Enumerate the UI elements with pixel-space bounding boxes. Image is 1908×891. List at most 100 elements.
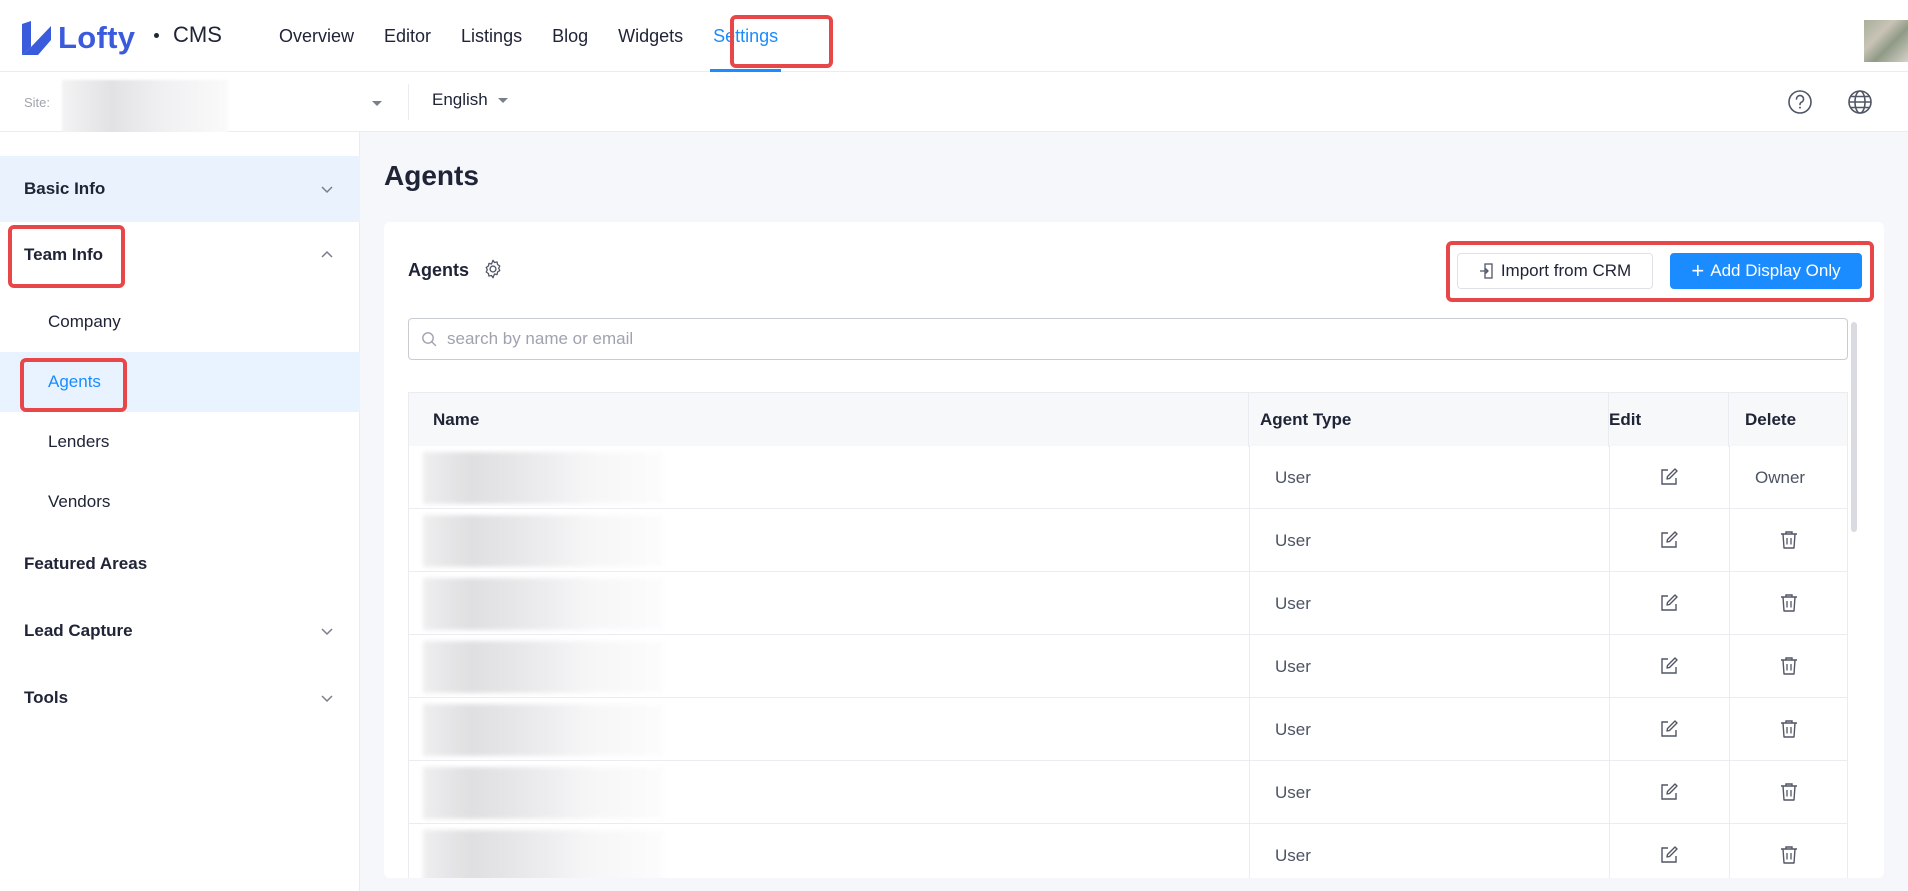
table-row: User [408, 824, 1848, 878]
column-divider [1609, 446, 1610, 509]
search-icon [422, 332, 437, 347]
edit-icon[interactable] [1658, 466, 1680, 488]
add-display-only-button[interactable]: + Add Display Only [1670, 253, 1862, 289]
trash-icon[interactable] [1778, 781, 1800, 803]
chevron-up-icon [321, 250, 333, 258]
column-divider [1609, 509, 1610, 572]
column-divider [1249, 446, 1250, 509]
sidebar-item-company[interactable]: Company [0, 292, 360, 352]
sidebar-group-team-info[interactable]: Team Info [0, 222, 360, 288]
edit-icon[interactable] [1658, 592, 1680, 614]
sidebar-group-label: Featured Areas [24, 554, 148, 573]
column-divider [1609, 824, 1610, 878]
column-divider [1249, 761, 1250, 824]
product-name: CMS [154, 22, 222, 48]
table-header: Name Agent Type Edit Delete [408, 392, 1848, 447]
sidebar-group-featured-areas[interactable]: Featured Areas [0, 531, 360, 597]
column-divider [1729, 698, 1730, 761]
trash-icon[interactable] [1778, 529, 1800, 551]
question-circle-icon[interactable] [1786, 88, 1814, 116]
nav-blog[interactable]: Blog [537, 0, 603, 72]
scrollbar-thumb[interactable] [1851, 322, 1857, 532]
column-header-name[interactable]: Name [433, 393, 479, 447]
agent-name-cell[interactable] [423, 578, 663, 630]
agent-name-cell[interactable] [423, 641, 663, 693]
card-title: Agents [408, 260, 470, 280]
sidebar-group-tools[interactable]: Tools [0, 665, 360, 731]
table-row: User [408, 572, 1848, 635]
trash-icon[interactable] [1778, 718, 1800, 740]
column-divider [1729, 572, 1730, 635]
table-row: User [408, 635, 1848, 698]
agent-name-cell[interactable] [423, 830, 663, 878]
nav-editor[interactable]: Editor [369, 0, 446, 72]
trash-icon[interactable] [1778, 655, 1800, 677]
agent-name-cell[interactable] [423, 515, 663, 567]
agent-type-cell: User [1275, 594, 1311, 613]
column-divider [1249, 509, 1250, 572]
sidebar-group-basic-info[interactable]: Basic Info [0, 156, 360, 222]
language-selector[interactable]: English [432, 90, 508, 110]
agent-type-cell: User [1275, 657, 1311, 676]
sidebar-group-lead-capture[interactable]: Lead Capture [0, 598, 360, 664]
lofty-logo[interactable]: Lofty [20, 20, 135, 56]
page-title: Agents [384, 160, 479, 191]
language-dropdown-caret-icon [497, 97, 508, 103]
user-avatar[interactable] [1864, 20, 1908, 62]
table-row: User [408, 761, 1848, 824]
sidebar-group-label: Team Info [24, 245, 104, 264]
edit-icon[interactable] [1658, 718, 1680, 740]
language-value: English [432, 90, 488, 109]
globe-icon[interactable] [1846, 88, 1874, 116]
sidebar-group-label: Lead Capture [24, 621, 133, 640]
agents-table: Name Agent Type Edit Delete User Owner Use… [408, 392, 1848, 878]
column-divider [1249, 572, 1250, 635]
brand-name: Lofty [58, 20, 136, 55]
nav-settings[interactable]: Settings [698, 0, 793, 72]
column-divider [1729, 761, 1730, 824]
agents-card: Agents Import from CRM + Add Display Onl… [384, 222, 1884, 878]
gear-icon[interactable] [482, 258, 504, 280]
search-input[interactable] [447, 329, 1847, 349]
plus-icon: + [1691, 258, 1705, 283]
trash-icon[interactable] [1778, 844, 1800, 866]
agent-type-cell: User [1275, 783, 1311, 802]
nav-widgets[interactable]: Widgets [603, 0, 698, 72]
agent-type-cell: User [1275, 531, 1311, 550]
import-from-crm-button[interactable]: Import from CRM [1457, 253, 1653, 289]
column-divider [1608, 393, 1609, 447]
nav-overview[interactable]: Overview [264, 0, 369, 72]
site-dropdown-caret-icon[interactable] [372, 101, 382, 106]
column-header-agent-type[interactable]: Agent Type [1260, 393, 1351, 447]
column-divider [1609, 761, 1610, 824]
sidebar-group-label: Basic Info [24, 179, 106, 198]
settings-sidebar: Basic Info Team Info Company Agents Lend… [0, 132, 360, 891]
nav-listings[interactable]: Listings [446, 0, 537, 72]
sidebar-item-vendors[interactable]: Vendors [0, 472, 360, 532]
table-row: User [408, 698, 1848, 761]
column-divider [1249, 698, 1250, 761]
edit-icon[interactable] [1658, 655, 1680, 677]
sidebar-item-lenders[interactable]: Lenders [0, 412, 360, 472]
column-header-delete: Delete [1745, 410, 1797, 429]
product-label: CMS [173, 22, 222, 47]
edit-icon[interactable] [1658, 844, 1680, 866]
column-divider [1729, 635, 1730, 698]
agent-name-cell[interactable] [423, 452, 663, 504]
column-divider [1249, 824, 1250, 878]
trash-icon[interactable] [1778, 592, 1800, 614]
column-divider [1728, 393, 1729, 447]
top-navigation-bar: Lofty CMS Overview Editor Listings Blog … [0, 0, 1908, 72]
sidebar-item-agents[interactable]: Agents [0, 352, 360, 412]
lofty-logo-icon [22, 21, 51, 55]
agent-type-cell: User [1275, 468, 1311, 487]
agent-search-box[interactable] [408, 318, 1848, 360]
agent-name-cell[interactable] [423, 767, 663, 819]
edit-icon[interactable] [1658, 781, 1680, 803]
table-row: User Owner [408, 446, 1848, 509]
agent-name-cell[interactable] [423, 704, 663, 756]
edit-icon[interactable] [1658, 529, 1680, 551]
chevron-down-icon [321, 628, 333, 636]
toolbar-divider [408, 84, 409, 120]
main-nav: Overview Editor Listings Blog Widgets Se… [264, 0, 793, 72]
